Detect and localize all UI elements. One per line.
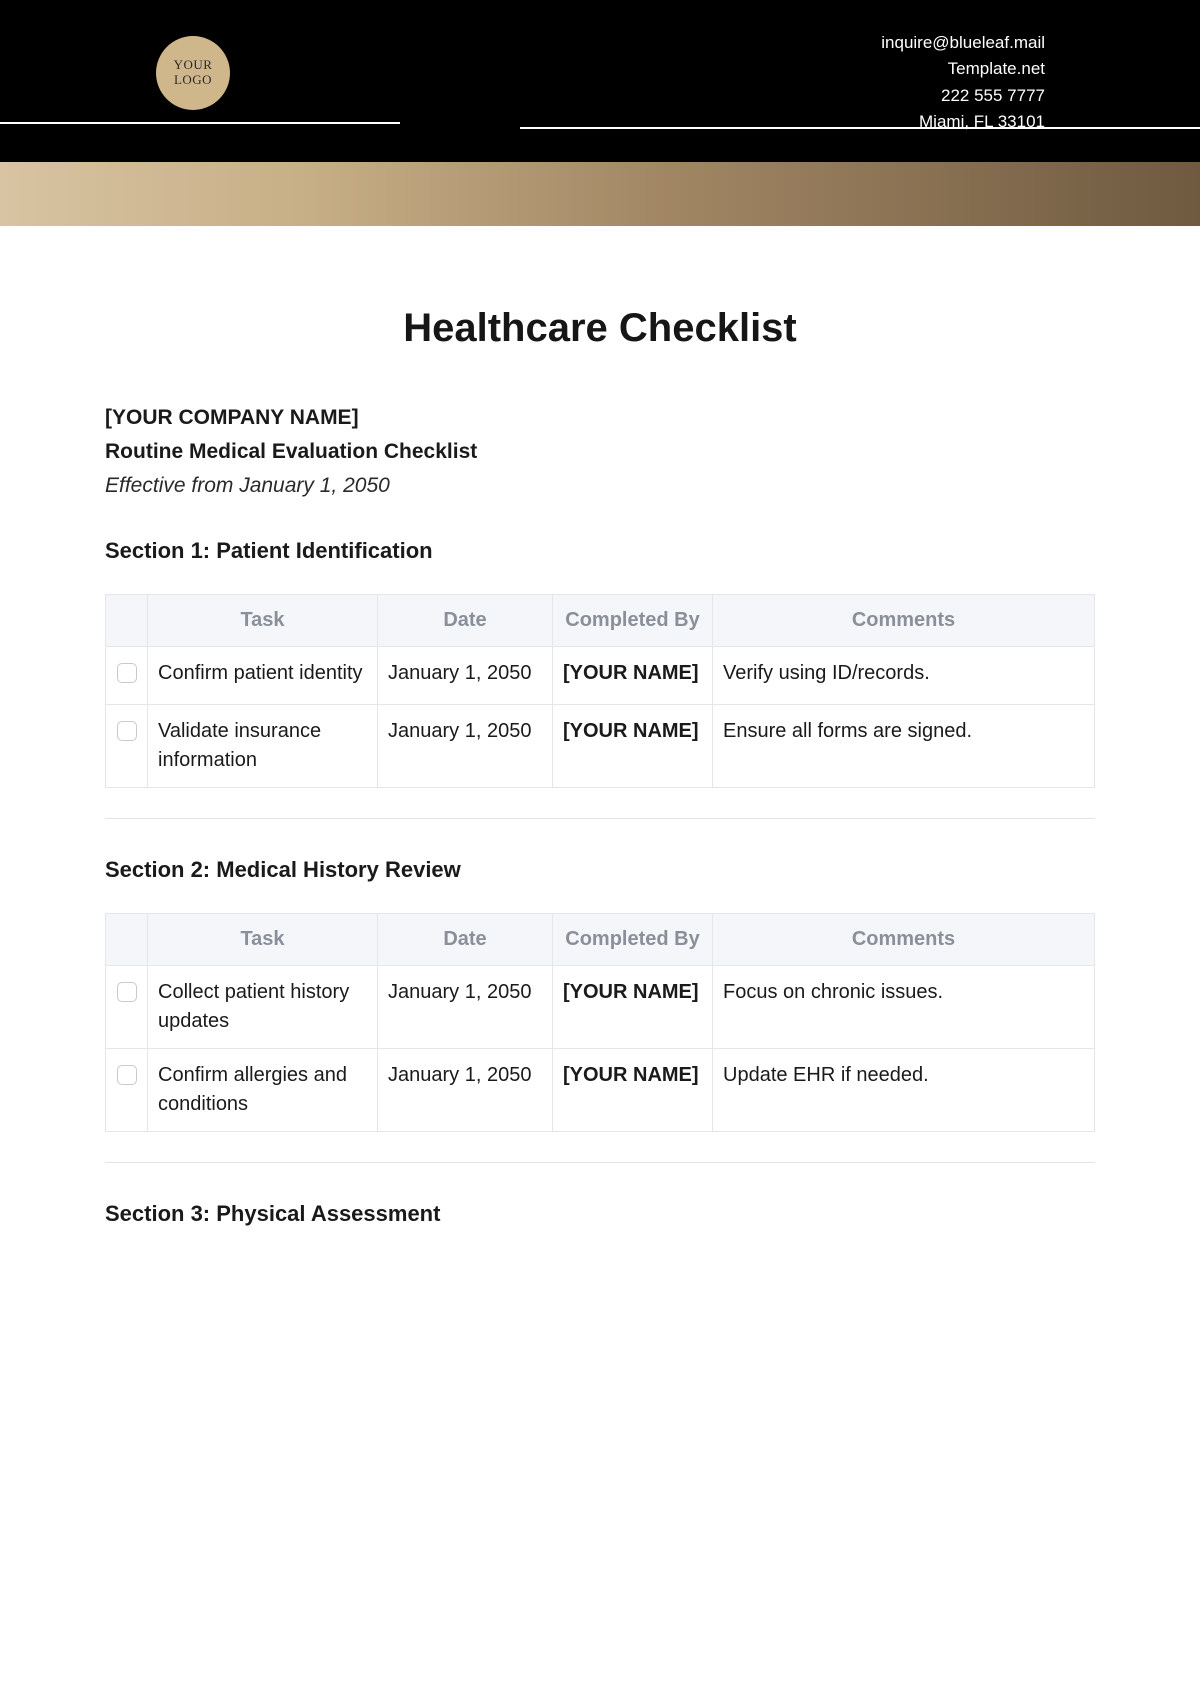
table-header-row: Task Date Completed By Comments (106, 595, 1095, 647)
header-rule-left (0, 122, 400, 124)
cell-date: January 1, 2050 (378, 966, 553, 1049)
col-header-date: Date (378, 914, 553, 966)
col-header-by: Completed By (553, 595, 713, 647)
col-header-checkbox (106, 595, 148, 647)
header-bar: YOUR LOGO inquire@blueleaf.mail Template… (0, 0, 1200, 162)
cell-completed-by: [YOUR NAME] (553, 1049, 713, 1132)
cell-date: January 1, 2050 (378, 705, 553, 788)
cell-task: Collect patient history updates (148, 966, 378, 1049)
contact-site: Template.net (881, 56, 1045, 82)
cell-task: Confirm patient identity (148, 647, 378, 705)
table-row: Confirm allergies and conditions January… (106, 1049, 1095, 1132)
col-header-comments: Comments (713, 914, 1095, 966)
col-header-date: Date (378, 595, 553, 647)
cell-task: Confirm allergies and conditions (148, 1049, 378, 1132)
checkbox[interactable] (117, 721, 137, 741)
checkbox[interactable] (117, 663, 137, 683)
cell-date: January 1, 2050 (378, 1049, 553, 1132)
contact-address: Miami, FL 33101 (881, 109, 1045, 135)
contact-block: inquire@blueleaf.mail Template.net 222 5… (881, 30, 1045, 135)
section-heading: Section 1: Patient Identification (105, 538, 1095, 564)
col-header-checkbox (106, 914, 148, 966)
checkbox[interactable] (117, 1065, 137, 1085)
cell-completed-by: [YOUR NAME] (553, 966, 713, 1049)
cell-comments: Verify using ID/records. (713, 647, 1095, 705)
table-header-row: Task Date Completed By Comments (106, 914, 1095, 966)
cell-comments: Focus on chronic issues. (713, 966, 1095, 1049)
col-header-comments: Comments (713, 595, 1095, 647)
table-row: Confirm patient identity January 1, 2050… (106, 647, 1095, 705)
cell-comments: Ensure all forms are signed. (713, 705, 1095, 788)
document-subtitle: Routine Medical Evaluation Checklist (105, 440, 1095, 464)
checklist-table: Task Date Completed By Comments Collect … (105, 913, 1095, 1132)
table-row: Collect patient history updates January … (106, 966, 1095, 1049)
logo-placeholder: YOUR LOGO (156, 36, 230, 110)
company-name-placeholder: [YOUR COMPANY NAME] (105, 406, 1095, 430)
cell-comments: Update EHR if needed. (713, 1049, 1095, 1132)
contact-email: inquire@blueleaf.mail (881, 30, 1045, 56)
section-divider (105, 818, 1095, 819)
checkbox[interactable] (117, 982, 137, 1002)
section-heading: Section 3: Physical Assessment (105, 1201, 1095, 1227)
logo-text-line2: LOGO (174, 73, 212, 88)
gold-band (0, 162, 1200, 226)
cell-task: Validate insurance information (148, 705, 378, 788)
logo-text-line1: YOUR (174, 58, 213, 73)
col-header-task: Task (148, 595, 378, 647)
table-row: Validate insurance information January 1… (106, 705, 1095, 788)
cell-completed-by: [YOUR NAME] (553, 647, 713, 705)
cell-date: January 1, 2050 (378, 647, 553, 705)
contact-phone: 222 555 7777 (881, 83, 1045, 109)
cell-completed-by: [YOUR NAME] (553, 705, 713, 788)
checklist-table: Task Date Completed By Comments Confirm … (105, 594, 1095, 788)
page-title: Healthcare Checklist (105, 306, 1095, 351)
section-divider (105, 1162, 1095, 1163)
effective-date: Effective from January 1, 2050 (105, 474, 1095, 498)
header-rule-right (520, 127, 1200, 129)
section-heading: Section 2: Medical History Review (105, 857, 1095, 883)
content-area: Healthcare Checklist [YOUR COMPANY NAME]… (0, 226, 1200, 1227)
col-header-by: Completed By (553, 914, 713, 966)
col-header-task: Task (148, 914, 378, 966)
